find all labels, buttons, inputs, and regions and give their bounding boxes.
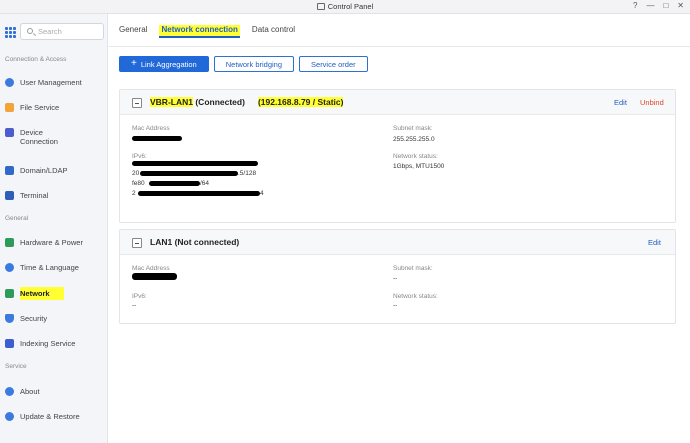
hardware-icon (5, 237, 14, 247)
tab-divider (109, 46, 690, 47)
subnet-mask-value: 255.255.255.0 (393, 136, 435, 143)
interface-status: (Connected) (192, 97, 245, 107)
search-input[interactable] (38, 27, 98, 36)
tab-network-connection[interactable]: Network connection (159, 25, 240, 38)
clock-icon (5, 262, 14, 272)
redacted-mac (132, 136, 182, 141)
interface-title: VBR-LAN1 (Connected) (192.168.8.79 / Stat… (150, 97, 344, 107)
apps-grid-icon[interactable] (5, 27, 17, 38)
subnet-mask-label: Subnet mask: (393, 265, 433, 272)
sidebar-item-time-language[interactable]: Time & Language (5, 259, 105, 275)
close-icon[interactable]: ✕ (677, 1, 684, 10)
interface-title: LAN1 (Not connected) (150, 237, 239, 247)
domain-icon (5, 165, 14, 175)
mac-address-label: Mac Address (132, 265, 170, 272)
sidebar-item-user-management[interactable]: User Management (5, 74, 105, 90)
ipv6-line-prefix: 2 (132, 190, 136, 197)
sidebar-item-hardware-power[interactable]: Hardware & Power (5, 234, 105, 250)
sidebar-item-domain-ldap[interactable]: Domain/LDAP (5, 162, 105, 178)
network-status-label: Network status: (393, 293, 438, 300)
subnet-mask-value: -- (393, 275, 398, 282)
edit-link[interactable]: Edit (648, 238, 661, 247)
subnet-mask-label: Subnet mask: (393, 125, 433, 132)
redacted-mac (132, 273, 177, 280)
network-status-label: Network status: (393, 153, 438, 160)
action-toolbar: + Link Aggregation Network bridging Servi… (119, 56, 368, 72)
sidebar-item-device-connection[interactable]: Device Connection (5, 125, 105, 149)
indexing-icon (5, 338, 14, 348)
network-status-value: 1Gbps, MTU1500 (393, 163, 445, 170)
search-icon (27, 28, 33, 34)
title-bar: Control Panel ? — □ ✕ (0, 0, 690, 14)
interface-card-vbr-lan1: VBR-LAN1 (Connected) (192.168.8.79 / Stat… (119, 89, 676, 223)
sidebar-item-security[interactable]: Security (5, 310, 105, 326)
redacted-ipv6 (149, 181, 200, 186)
window-title: Control Panel (0, 2, 690, 11)
collapse-icon[interactable] (132, 98, 142, 108)
interface-name: LAN1 (150, 237, 173, 247)
sidebar-item-network[interactable]: Network (5, 285, 105, 301)
interface-name: VBR-LAN1 (150, 97, 193, 107)
sidebar-item-about[interactable]: About (5, 383, 105, 399)
terminal-icon (5, 190, 14, 200)
sidebar-item-file-service[interactable]: File Service (5, 99, 105, 115)
window-controls: ? — □ ✕ (633, 1, 684, 10)
ipv6-label: IPv6: (132, 153, 147, 160)
network-status-value: -- (393, 302, 398, 309)
link-aggregation-button[interactable]: + Link Aggregation (119, 56, 209, 72)
network-bridging-button[interactable]: Network bridging (213, 56, 295, 72)
interface-status: (Not connected) (172, 237, 240, 247)
help-icon[interactable]: ? (633, 1, 637, 10)
control-panel-icon (316, 3, 325, 10)
interface-address: (192.168.8.79 / Static) (257, 97, 344, 107)
user-management-icon (5, 77, 14, 87)
sidebar-item-indexing-service[interactable]: Indexing Service (5, 335, 105, 351)
redacted-ipv6 (138, 191, 260, 196)
main-content: General Network connection Data control … (109, 14, 690, 443)
tab-bar: General Network connection Data control (119, 25, 309, 38)
ipv6-line-prefix: 20 (132, 170, 140, 177)
interface-card-lan1: LAN1 (Not connected) Edit Mac Address IP… (119, 229, 676, 324)
sidebar-item-terminal[interactable]: Terminal (5, 187, 105, 203)
ipv6-label: IPv6: (132, 293, 147, 300)
shield-icon (5, 313, 14, 323)
device-icon (5, 128, 14, 137)
ipv6-value: -- (132, 302, 137, 309)
ipv6-line-suffix: .5/128 (238, 170, 257, 177)
service-order-button[interactable]: Service order (299, 56, 368, 72)
card-header: LAN1 (Not connected) Edit (120, 230, 675, 255)
unbind-link[interactable]: Unbind (640, 98, 664, 107)
tab-general[interactable]: General (119, 25, 147, 38)
tab-data-control[interactable]: Data control (252, 25, 295, 38)
plus-icon: + (131, 58, 137, 69)
update-icon (5, 411, 14, 421)
search-box[interactable] (20, 23, 104, 40)
folder-icon (5, 102, 14, 112)
section-connection-access: Connection & Access (5, 56, 67, 63)
section-service: Service (5, 363, 27, 370)
redacted-ipv6 (140, 171, 238, 176)
collapse-icon[interactable] (132, 238, 142, 248)
mac-address-label: Mac Address (132, 125, 170, 132)
card-header: VBR-LAN1 (Connected) (192.168.8.79 / Stat… (120, 90, 675, 115)
section-general: General (5, 215, 29, 222)
ipv6-line-suffix: 4 (260, 190, 264, 197)
ipv6-line-suffix: /64 (200, 180, 210, 187)
ipv6-line-prefix: fe80 (132, 180, 145, 187)
maximize-icon[interactable]: □ (663, 1, 668, 10)
minimize-icon[interactable]: — (646, 1, 654, 10)
network-icon (5, 288, 14, 298)
sidebar-item-update-restore[interactable]: Update & Restore (5, 408, 105, 424)
edit-link[interactable]: Edit (614, 98, 627, 107)
info-icon (5, 386, 14, 396)
redacted-ipv6 (132, 161, 258, 166)
sidebar: Connection & Access User Management File… (0, 14, 108, 443)
